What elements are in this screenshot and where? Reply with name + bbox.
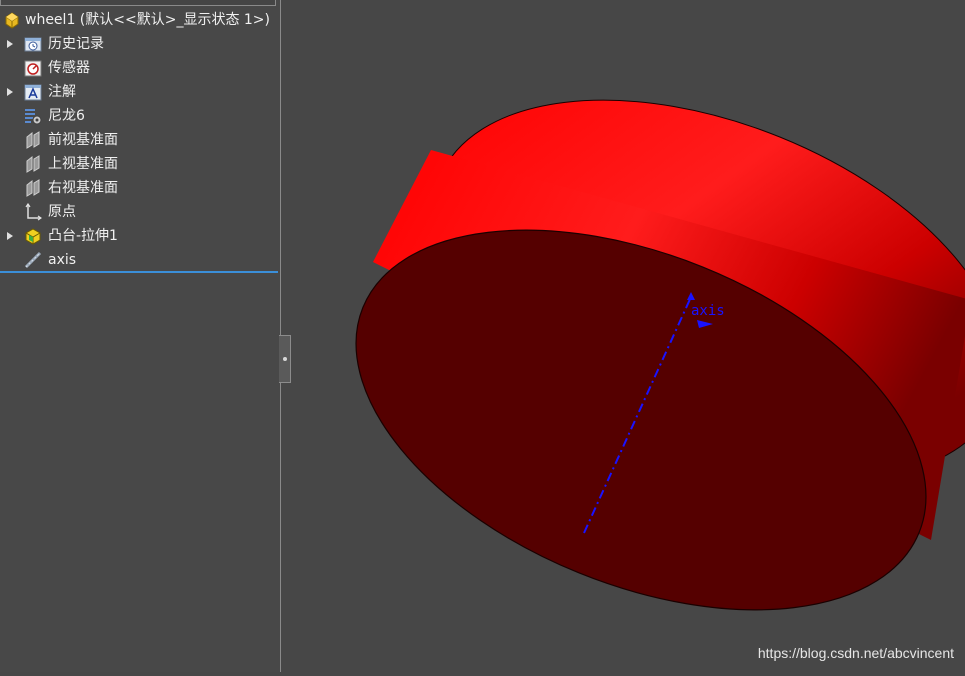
tree-filter-input[interactable]: [0, 0, 276, 6]
tree-item-label: axis: [48, 252, 77, 268]
tree-item-right-plane[interactable]: 右视基准面: [0, 176, 278, 200]
tree-item-label: 上视基准面: [48, 156, 118, 172]
tree-root-part[interactable]: wheel1 (默认<<默认>_显示状态 1>): [0, 8, 278, 32]
tree-end-separator: [0, 271, 278, 273]
tree-item-label: 右视基准面: [48, 180, 118, 196]
origin-icon: [24, 202, 43, 221]
plane-icon: [24, 179, 42, 197]
tree-item-top-plane[interactable]: 上视基准面: [0, 152, 278, 176]
annotations-icon: [24, 83, 42, 101]
tree-item-sensors[interactable]: 传感器: [0, 56, 278, 80]
graphics-viewport[interactable]: axis: [281, 0, 965, 672]
tree-item-label: 历史记录: [48, 36, 104, 52]
expand-arrow-icon[interactable]: [4, 80, 16, 104]
part-icon: [3, 11, 21, 29]
tree-item-history[interactable]: 历史记录: [0, 32, 278, 56]
plane-icon: [24, 155, 42, 173]
tree-item-label: 尼龙6: [48, 108, 85, 124]
tree-item-origin[interactable]: 原点: [0, 200, 278, 224]
tree-item-annotations[interactable]: 注解: [0, 80, 278, 104]
material-icon: [24, 107, 42, 125]
tree-item-boss-extrude[interactable]: 凸台-拉伸1: [0, 224, 278, 248]
tree-item-label: 凸台-拉伸1: [48, 228, 118, 244]
tree-root-label: wheel1 (默认<<默认>_显示状态 1>): [25, 12, 270, 28]
plane-icon: [24, 131, 42, 149]
tree-item-label: 前视基准面: [48, 132, 118, 148]
watermark-text: https://blog.csdn.net/abcvincent: [757, 645, 954, 661]
feature-manager-tree: wheel1 (默认<<默认>_显示状态 1>) 历史记录 传感器 注解 尼龙6…: [0, 0, 280, 672]
tree-item-material[interactable]: 尼龙6: [0, 104, 278, 128]
history-folder-icon: [24, 35, 42, 53]
expand-arrow-icon[interactable]: [4, 224, 16, 248]
cylinder-model[interactable]: [281, 0, 965, 672]
tree-item-axis[interactable]: axis: [0, 248, 278, 272]
expand-arrow-icon[interactable]: [4, 32, 16, 56]
tree-item-label: 原点: [48, 204, 76, 220]
sensor-icon: [24, 59, 42, 77]
boss-extrude-icon: [24, 227, 42, 245]
tree-item-label: 注解: [48, 84, 76, 100]
tree-item-label: 传感器: [48, 60, 90, 76]
axis-icon: [24, 251, 42, 269]
axis-label: axis: [691, 303, 725, 319]
tree-item-front-plane[interactable]: 前视基准面: [0, 128, 278, 152]
